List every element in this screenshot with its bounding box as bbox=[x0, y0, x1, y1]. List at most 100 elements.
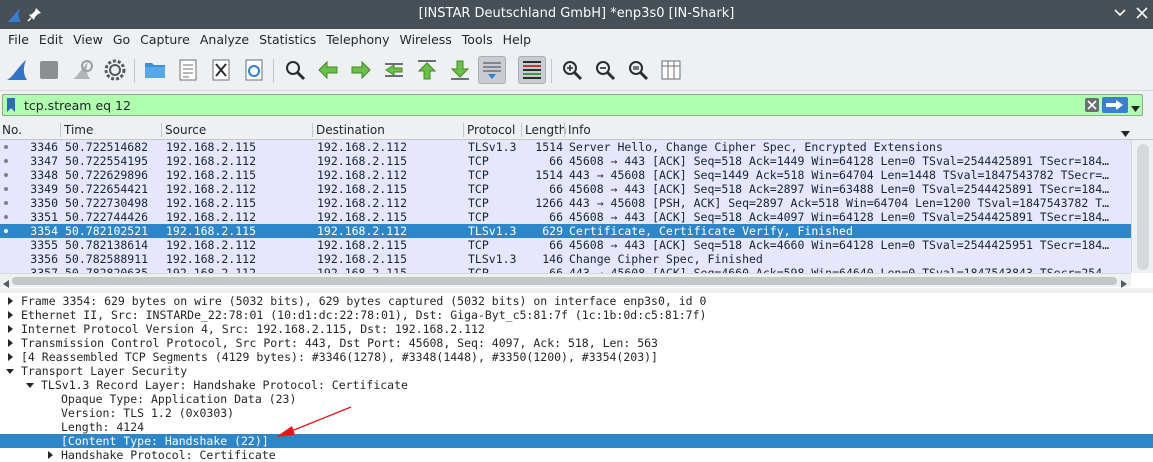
filter-history-chevron-icon[interactable] bbox=[1131, 101, 1140, 115]
packet-cell-info: Certificate, Certificate Verify, Finishe… bbox=[569, 224, 853, 238]
packet-cell-info: 443 → 45608 [PSH, ACK] Seq=2897 Ack=518 … bbox=[569, 196, 1110, 210]
display-filter-input[interactable]: tcp.stream eq 12 bbox=[2, 94, 1143, 116]
tree-item[interactable]: Version: TLS 1.2 (0x0303) bbox=[0, 406, 1153, 420]
menu-wireless[interactable]: Wireless bbox=[394, 29, 456, 51]
menu-file[interactable]: File bbox=[3, 29, 34, 51]
reload-icon[interactable] bbox=[240, 56, 268, 84]
minimize-chevron-icon[interactable] bbox=[1113, 6, 1127, 23]
packet-cell-no: 3349 bbox=[30, 182, 58, 196]
last-packet-icon[interactable] bbox=[446, 56, 474, 84]
expanded-arrow-icon[interactable] bbox=[6, 367, 14, 375]
packet-cell-len: 66 bbox=[549, 182, 563, 196]
tree-item[interactable]: Length: 4124 bbox=[0, 420, 1153, 434]
vertical-scroll-thumb[interactable] bbox=[1137, 144, 1149, 270]
tree-item-label: Ethernet II, Src: INSTARDe_22:78:01 (10:… bbox=[21, 308, 707, 322]
column-header-destination[interactable]: Destination bbox=[312, 123, 463, 137]
tree-item[interactable]: Ethernet II, Src: INSTARDe_22:78:01 (10:… bbox=[0, 308, 1153, 322]
apply-filter-arrow-icon[interactable] bbox=[1102, 97, 1128, 116]
packet-cell-len: 146 bbox=[542, 252, 563, 266]
file-set-icon[interactable] bbox=[174, 56, 202, 84]
packet-row[interactable]: 3349 50.722654421 192.168.2.112 192.168.2.1… bbox=[0, 182, 1131, 196]
menu-go[interactable]: Go bbox=[108, 29, 135, 51]
packet-cell-dst: 192.168.2.115 bbox=[317, 182, 408, 196]
packet-list-header: No. Time Source Destination Protocol Len… bbox=[0, 119, 1153, 140]
packet-row[interactable]: 3355 50.782138614 192.168.2.112 192.168.2.1… bbox=[0, 238, 1131, 252]
menu-view[interactable]: View bbox=[68, 29, 108, 51]
open-folder-icon[interactable] bbox=[141, 56, 169, 84]
zoom-out-icon[interactable] bbox=[591, 56, 619, 84]
collapsed-arrow-icon[interactable] bbox=[6, 339, 14, 347]
horizontal-scroll-thumb[interactable] bbox=[12, 277, 1117, 285]
tree-item[interactable]: [Content Type: Handshake (22)] bbox=[0, 434, 1153, 448]
packet-cell-no: 3356 bbox=[30, 252, 58, 266]
collapsed-arrow-icon[interactable] bbox=[6, 297, 14, 305]
collapsed-arrow-icon[interactable] bbox=[46, 451, 54, 459]
window-titlebar: [INSTAR Deutschland GmbH] *enp3s0 [IN-Sh… bbox=[0, 0, 1153, 29]
column-header-no[interactable]: No. bbox=[0, 123, 59, 137]
column-header-length[interactable]: Length bbox=[521, 123, 566, 137]
packet-cell-time: 50.722730498 bbox=[65, 196, 149, 210]
column-header-protocol[interactable]: Protocol bbox=[463, 123, 521, 137]
packet-row[interactable]: 3347 50.722554195 192.168.2.112 192.168.2.1… bbox=[0, 154, 1131, 168]
zoom-in-icon[interactable] bbox=[558, 56, 586, 84]
find-packet-icon[interactable] bbox=[281, 56, 309, 84]
packet-list-vertical-scrollbar[interactable] bbox=[1131, 140, 1153, 273]
column-header-info[interactable]: Info bbox=[564, 123, 1124, 137]
tree-item[interactable]: Frame 3354: 629 bytes on wire (5032 bits… bbox=[0, 294, 1153, 308]
menu-tools[interactable]: Tools bbox=[457, 29, 498, 51]
column-header-source[interactable]: Source bbox=[161, 123, 312, 137]
packet-list-horizontal-scrollbar[interactable] bbox=[0, 273, 1131, 288]
stop-capture-icon[interactable] bbox=[35, 56, 63, 84]
packet-row[interactable]: 3354 50.782102521 192.168.2.115 192.168.2.1… bbox=[0, 224, 1131, 238]
capture-options-gear-icon[interactable] bbox=[101, 56, 129, 84]
menu-edit[interactable]: Edit bbox=[34, 29, 68, 51]
menu-analyze[interactable]: Analyze bbox=[195, 29, 254, 51]
close-file-icon[interactable] bbox=[207, 56, 235, 84]
autoscroll-icon[interactable] bbox=[478, 56, 506, 84]
packet-cell-proto: TLSv1.3 bbox=[468, 140, 517, 154]
sort-indicator-icon bbox=[1121, 126, 1130, 140]
close-window-icon[interactable] bbox=[1135, 6, 1149, 23]
go-back-icon[interactable] bbox=[314, 56, 342, 84]
packet-cell-src: 192.168.2.112 bbox=[166, 182, 257, 196]
menu-help[interactable]: Help bbox=[498, 29, 537, 51]
packet-cell-dst: 192.168.2.112 bbox=[317, 168, 408, 182]
packet-row[interactable]: 3356 50.782588911 192.168.2.112 192.168.2.1… bbox=[0, 252, 1131, 266]
packet-row[interactable]: 3346 50.722514682 192.168.2.115 192.168.2.1… bbox=[0, 140, 1131, 154]
packet-cell-len: 1514 bbox=[535, 168, 563, 182]
column-header-time[interactable]: Time bbox=[60, 123, 161, 137]
tree-item[interactable]: TLSv1.3 Record Layer: Handshake Protocol… bbox=[0, 378, 1153, 392]
collapsed-arrow-icon[interactable] bbox=[6, 311, 14, 319]
expanded-arrow-icon[interactable] bbox=[26, 381, 34, 389]
packet-row[interactable]: 3350 50.722730498 192.168.2.115 192.168.2.1… bbox=[0, 196, 1131, 210]
go-forward-icon[interactable] bbox=[347, 56, 375, 84]
menu-telephony[interactable]: Telephony bbox=[321, 29, 394, 51]
collapsed-arrow-icon[interactable] bbox=[6, 353, 14, 361]
collapsed-arrow-icon[interactable] bbox=[6, 325, 14, 333]
resize-columns-icon[interactable] bbox=[657, 56, 685, 84]
shark-fin-start-icon[interactable] bbox=[3, 56, 31, 84]
tree-item[interactable]: Internet Protocol Version 4, Src: 192.16… bbox=[0, 322, 1153, 336]
packet-cell-proto: TCP bbox=[468, 168, 489, 182]
first-packet-icon[interactable] bbox=[413, 56, 441, 84]
zoom-normal-icon[interactable] bbox=[624, 56, 652, 84]
packet-cell-dst: 192.168.2.112 bbox=[317, 196, 408, 210]
restart-capture-icon[interactable] bbox=[68, 56, 96, 84]
display-filter-text[interactable]: tcp.stream eq 12 bbox=[24, 98, 131, 113]
go-to-packet-icon[interactable] bbox=[380, 56, 408, 84]
filter-bookmark-icon[interactable] bbox=[7, 98, 15, 112]
tree-item[interactable]: [4 Reassembled TCP Segments (4129 bytes)… bbox=[0, 350, 1153, 364]
tree-item[interactable]: Transmission Control Protocol, Src Port:… bbox=[0, 336, 1153, 350]
clear-filter-icon[interactable] bbox=[1085, 98, 1099, 115]
tree-item[interactable]: Opaque Type: Application Data (23) bbox=[0, 392, 1153, 406]
menu-statistics[interactable]: Statistics bbox=[254, 29, 321, 51]
packet-cell-info: 45608 → 443 [ACK] Seq=518 Ack=1449 Win=6… bbox=[569, 154, 1110, 168]
packet-row[interactable]: 3348 50.722629896 192.168.2.115 192.168.2.1… bbox=[0, 168, 1131, 182]
colorize-icon[interactable] bbox=[518, 56, 546, 84]
tree-item[interactable]: Handshake Protocol: Certificate bbox=[0, 448, 1153, 462]
packet-list: No. Time Source Destination Protocol Len… bbox=[0, 119, 1153, 288]
packet-row[interactable]: 3351 50.722744426 192.168.2.112 192.168.2.1… bbox=[0, 210, 1131, 224]
tree-item[interactable]: Transport Layer Security bbox=[0, 364, 1153, 378]
packet-cell-proto: TLSv1.3 bbox=[468, 252, 517, 266]
menu-capture[interactable]: Capture bbox=[135, 29, 195, 51]
